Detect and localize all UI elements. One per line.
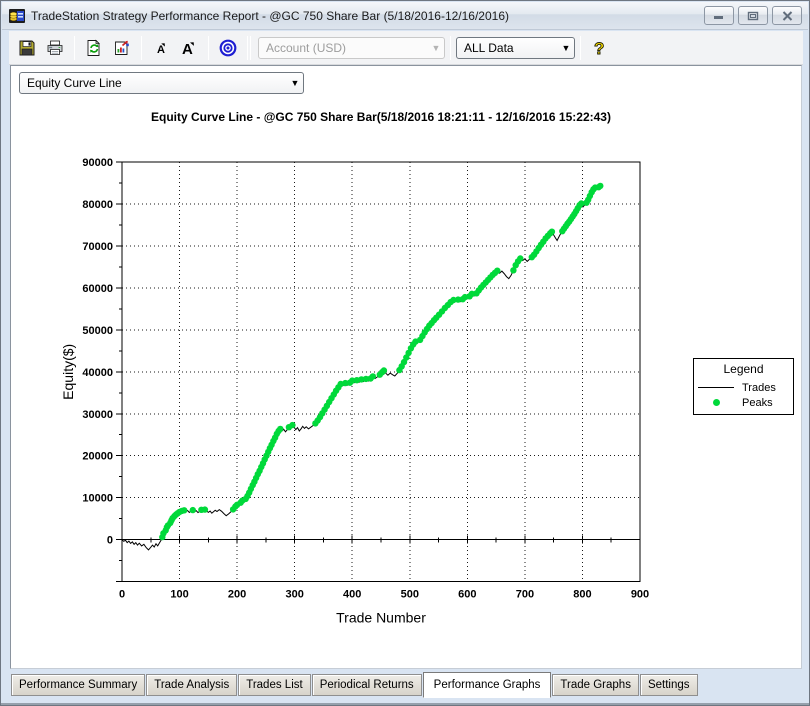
svg-text:50000: 50000	[82, 325, 113, 337]
toolbar-separator	[74, 35, 75, 60]
app-icon	[9, 8, 25, 23]
close-icon	[782, 10, 792, 21]
minimize-button[interactable]	[704, 6, 734, 25]
help-button[interactable]: ?	[586, 35, 612, 61]
font-decrease-button[interactable]: A	[148, 35, 174, 61]
toolbar-separator	[208, 35, 209, 60]
svg-text:900: 900	[631, 589, 649, 601]
chevron-down-icon: ▼	[561, 42, 571, 53]
toolbar-separator	[247, 35, 248, 60]
toolbar-separator	[141, 35, 142, 60]
svg-text:200: 200	[228, 589, 246, 601]
export-report-icon	[115, 40, 129, 55]
export-report-button[interactable]	[109, 35, 135, 61]
legend-entry-trades: Trades	[694, 380, 793, 395]
svg-text:0: 0	[119, 589, 125, 601]
window-title: TradeStation Strategy Performance Report…	[31, 8, 509, 23]
svg-text:40000: 40000	[82, 367, 113, 379]
title-bar[interactable]: TradeStation Strategy Performance Report…	[2, 2, 808, 30]
line-sample-icon	[694, 387, 738, 388]
svg-text:Trade Number: Trade Number	[336, 610, 426, 626]
legend-label: Trades	[742, 381, 776, 394]
save-button[interactable]	[14, 35, 40, 61]
print-icon	[47, 40, 63, 55]
restore-button[interactable]	[738, 6, 768, 25]
equity-curve-chart: 0 100 200 300 400 500 600 700 800 900 0 10000 20000 3…	[11, 66, 803, 670]
font-increase-button[interactable]: A	[176, 35, 202, 61]
refresh-report-icon	[87, 39, 100, 56]
target-button[interactable]	[215, 35, 241, 61]
svg-text:30000: 30000	[82, 409, 113, 421]
svg-text:Equity($): Equity($)	[60, 344, 76, 400]
svg-text:20000: 20000	[82, 451, 113, 463]
svg-text:?: ?	[594, 39, 604, 58]
target-icon	[219, 39, 237, 56]
svg-text:60000: 60000	[82, 283, 113, 295]
svg-text:90000: 90000	[82, 157, 113, 169]
svg-text:10000: 10000	[82, 493, 113, 505]
toolbar-separator	[580, 35, 581, 60]
save-icon	[19, 40, 35, 55]
chart-legend: Legend Trades Peaks	[693, 358, 794, 415]
minimize-icon	[714, 16, 723, 19]
tab-trades-list[interactable]: Trades List	[238, 674, 311, 696]
tab-periodical-returns[interactable]: Periodical Returns	[311, 674, 422, 696]
font-decrease-icon: A	[157, 42, 165, 56]
svg-text:600: 600	[458, 589, 476, 601]
account-combobox: Account (USD) ▼	[258, 36, 445, 59]
print-button[interactable]	[42, 35, 68, 61]
svg-text:300: 300	[285, 589, 303, 601]
tab-trade-graphs[interactable]: Trade Graphs	[552, 674, 639, 696]
svg-text:80000: 80000	[82, 199, 113, 211]
data-range-combobox-value: ALL Data	[464, 40, 514, 55]
toolbar-separator	[450, 35, 451, 60]
tab-performance-summary[interactable]: Performance Summary	[11, 674, 146, 696]
svg-text:400: 400	[343, 589, 361, 601]
tab-settings[interactable]: Settings	[639, 674, 698, 696]
equity-curve-plot: 0 100 200 300 400 500 600 700 800 900 0 10000 20000 3…	[60, 157, 649, 626]
tab-performance-graphs[interactable]: Performance Graphs	[422, 672, 552, 698]
account-combobox-value: Account (USD)	[266, 40, 347, 55]
font-increase-icon: A	[182, 41, 194, 57]
svg-text:700: 700	[516, 589, 534, 601]
svg-text:0: 0	[107, 535, 113, 547]
data-range-combobox[interactable]: ALL Data ▼	[456, 36, 575, 59]
toolbar-separator	[250, 35, 251, 60]
report-tabstrip: Performance Summary Trade Analysis Trades …	[9, 669, 803, 699]
chevron-down-icon: ▼	[431, 42, 441, 53]
svg-text:800: 800	[573, 589, 591, 601]
tab-trade-analysis[interactable]: Trade Analysis	[146, 674, 238, 696]
close-button[interactable]	[772, 6, 802, 25]
toolbar: A A Account (USD) ▼ ALL Data ▼ ?	[9, 31, 803, 65]
legend-label: Peaks	[742, 396, 773, 409]
svg-text:70000: 70000	[82, 241, 113, 253]
svg-text:A: A	[157, 44, 165, 56]
legend-entry-peaks: Peaks	[694, 395, 793, 410]
svg-text:500: 500	[401, 589, 419, 601]
svg-text:100: 100	[170, 589, 188, 601]
refresh-report-button[interactable]	[81, 35, 107, 61]
help-icon: ?	[594, 38, 605, 58]
restore-icon	[747, 11, 759, 20]
dot-sample-icon	[694, 399, 738, 406]
tradestation-report-window: TradeStation Strategy Performance Report…	[0, 0, 810, 706]
report-content: Equity Curve Line ▼ Equity Curve Line - …	[10, 65, 802, 669]
legend-title: Legend	[723, 362, 764, 376]
